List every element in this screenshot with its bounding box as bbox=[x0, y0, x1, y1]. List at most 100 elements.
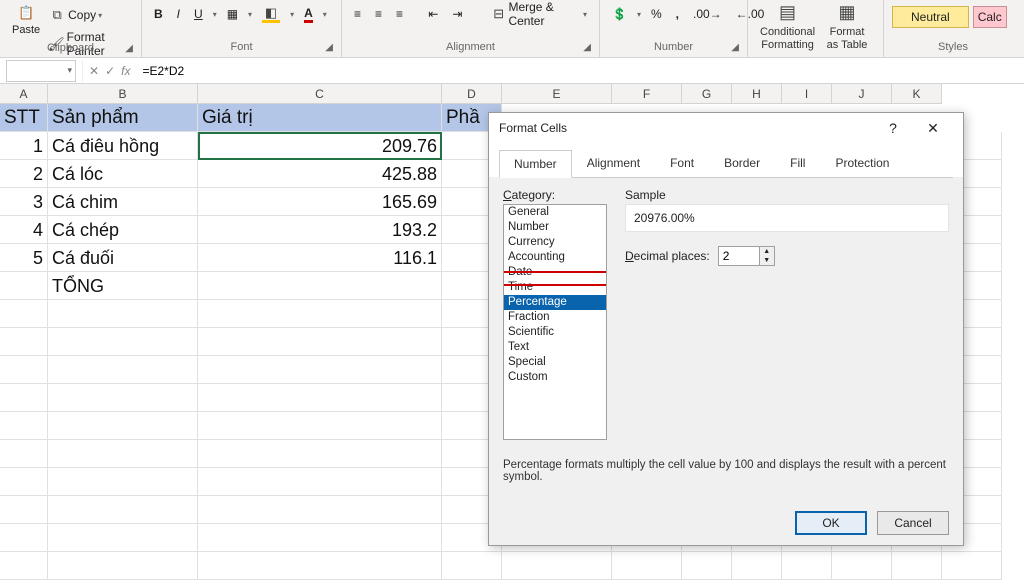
cell[interactable] bbox=[198, 412, 442, 440]
cell[interactable] bbox=[48, 412, 198, 440]
copy-button[interactable]: ⧉Copy▾ bbox=[44, 4, 133, 26]
cell[interactable]: 193.2 bbox=[198, 216, 442, 244]
percent-button[interactable]: % bbox=[647, 5, 666, 23]
cell[interactable] bbox=[0, 412, 48, 440]
cell[interactable] bbox=[442, 552, 502, 580]
col-head-E[interactable]: E bbox=[502, 84, 612, 104]
fx-icon[interactable]: fx bbox=[121, 64, 130, 78]
underline-button[interactable]: U bbox=[190, 5, 207, 23]
cell[interactable] bbox=[782, 552, 832, 580]
border-button[interactable]: ▦ bbox=[223, 5, 242, 23]
launcher-icon[interactable]: ◢ bbox=[583, 42, 591, 53]
cell[interactable]: TỔNG bbox=[48, 272, 198, 300]
col-head-H[interactable]: H bbox=[732, 84, 782, 104]
align-center-button[interactable]: ≡ bbox=[371, 5, 386, 23]
cell[interactable]: 2 bbox=[0, 160, 48, 188]
launcher-icon[interactable]: ◢ bbox=[325, 42, 333, 53]
bold-button[interactable]: B bbox=[150, 5, 167, 23]
spin-down-icon[interactable]: ▼ bbox=[760, 256, 774, 265]
launcher-icon[interactable]: ◢ bbox=[731, 42, 739, 53]
col-head-C[interactable]: C bbox=[198, 84, 442, 104]
tab-font[interactable]: Font bbox=[655, 149, 709, 177]
style-calc[interactable]: Calc bbox=[973, 6, 1007, 28]
cell[interactable]: Cá chim bbox=[48, 188, 198, 216]
cell[interactable] bbox=[0, 440, 48, 468]
category-item[interactable]: Scientific bbox=[504, 325, 606, 340]
cell[interactable] bbox=[942, 552, 1002, 580]
category-item[interactable]: Number bbox=[504, 220, 606, 235]
cell[interactable]: Cá chép bbox=[48, 216, 198, 244]
cell[interactable] bbox=[198, 384, 442, 412]
indent-dec-button[interactable]: ⇤ bbox=[424, 5, 442, 23]
align-left-button[interactable]: ≡ bbox=[350, 5, 365, 23]
cell[interactable] bbox=[198, 468, 442, 496]
cell[interactable] bbox=[198, 524, 442, 552]
cell[interactable] bbox=[0, 272, 48, 300]
cell[interactable] bbox=[198, 440, 442, 468]
cell[interactable] bbox=[198, 496, 442, 524]
category-item[interactable]: Percentage bbox=[504, 295, 606, 310]
cell[interactable] bbox=[0, 524, 48, 552]
spin-up-icon[interactable]: ▲ bbox=[760, 247, 774, 256]
category-item[interactable]: Special bbox=[504, 355, 606, 370]
cell[interactable] bbox=[0, 468, 48, 496]
tab-number[interactable]: Number bbox=[499, 150, 572, 178]
tab-border[interactable]: Border bbox=[709, 149, 775, 177]
cell[interactable] bbox=[612, 552, 682, 580]
col-head-G[interactable]: G bbox=[682, 84, 732, 104]
currency-button[interactable]: 💲 bbox=[608, 5, 631, 23]
cell[interactable] bbox=[0, 356, 48, 384]
cell[interactable]: 5 bbox=[0, 244, 48, 272]
col-head-F[interactable]: F bbox=[612, 84, 682, 104]
comma-button[interactable]: , bbox=[672, 5, 683, 23]
increase-decimal-button[interactable]: .00→ bbox=[689, 5, 726, 23]
tab-alignment[interactable]: Alignment bbox=[572, 149, 655, 177]
style-neutral[interactable]: Neutral bbox=[892, 6, 969, 28]
merge-button[interactable]: ⊟Merge & Center▾ bbox=[487, 0, 591, 30]
cell[interactable] bbox=[48, 552, 198, 580]
cell[interactable] bbox=[48, 356, 198, 384]
cell[interactable] bbox=[198, 328, 442, 356]
cell[interactable]: 116.1 bbox=[198, 244, 442, 272]
cell[interactable] bbox=[682, 552, 732, 580]
cell[interactable]: 165.69 bbox=[198, 188, 442, 216]
cancel-formula-icon[interactable]: ✕ bbox=[89, 64, 99, 78]
format-as-table-button[interactable]: ▦Format as Table bbox=[819, 0, 875, 54]
cell[interactable] bbox=[48, 300, 198, 328]
cell[interactable] bbox=[48, 468, 198, 496]
close-icon[interactable]: ✕ bbox=[913, 120, 953, 137]
category-item[interactable]: Currency bbox=[504, 235, 606, 250]
category-item[interactable]: Custom bbox=[504, 370, 606, 385]
cell[interactable] bbox=[0, 552, 48, 580]
tab-protection[interactable]: Protection bbox=[820, 149, 904, 177]
name-box[interactable] bbox=[6, 60, 76, 82]
ok-button[interactable]: OK bbox=[795, 511, 867, 535]
cell[interactable] bbox=[48, 524, 198, 552]
indent-inc-button[interactable]: ⇥ bbox=[448, 5, 466, 23]
cell[interactable] bbox=[48, 384, 198, 412]
header-cell[interactable]: STT bbox=[0, 104, 48, 132]
fill-color-button[interactable]: ◧ bbox=[258, 3, 284, 25]
cell[interactable] bbox=[198, 272, 442, 300]
category-item[interactable]: Text bbox=[504, 340, 606, 355]
cell[interactable]: 209.76 bbox=[198, 132, 442, 160]
cell[interactable] bbox=[0, 300, 48, 328]
cell[interactable] bbox=[48, 496, 198, 524]
launcher-icon[interactable]: ◢ bbox=[125, 43, 133, 54]
formula-input[interactable] bbox=[136, 60, 1024, 82]
category-item[interactable]: General bbox=[504, 205, 606, 220]
cell[interactable] bbox=[198, 356, 442, 384]
font-color-button[interactable]: A bbox=[300, 4, 317, 25]
cell[interactable]: Cá điêu hồng bbox=[48, 132, 198, 160]
help-button[interactable]: ? bbox=[873, 120, 913, 136]
col-head-A[interactable]: A bbox=[0, 84, 48, 104]
cell[interactable] bbox=[892, 552, 942, 580]
cell[interactable] bbox=[0, 384, 48, 412]
header-cell[interactable]: Giá trị bbox=[198, 104, 442, 132]
tab-fill[interactable]: Fill bbox=[775, 149, 820, 177]
col-head-K[interactable]: K bbox=[892, 84, 942, 104]
decimal-places-input[interactable] bbox=[719, 247, 759, 265]
category-item[interactable]: Accounting bbox=[504, 250, 606, 265]
cell[interactable] bbox=[198, 552, 442, 580]
cell[interactable]: Cá lóc bbox=[48, 160, 198, 188]
